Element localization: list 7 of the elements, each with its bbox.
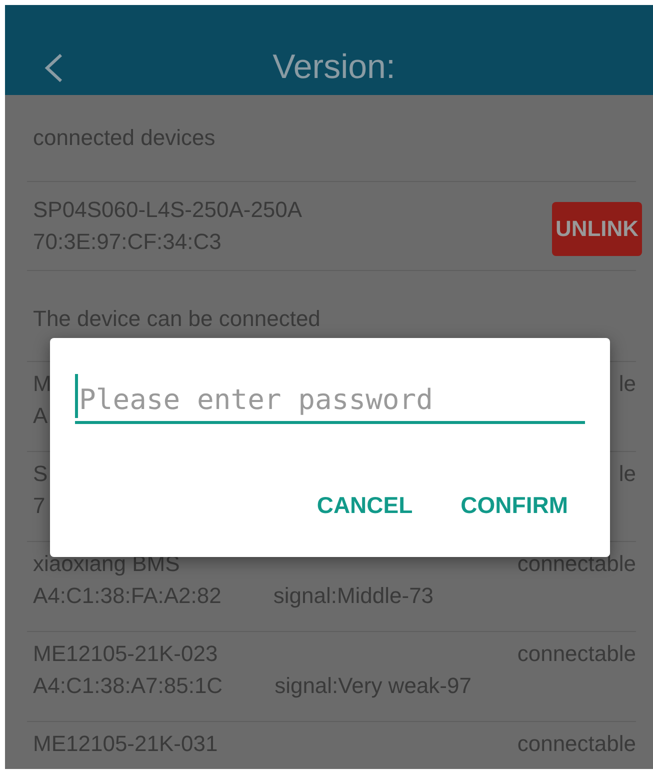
password-field[interactable]: Please enter password bbox=[75, 378, 585, 424]
dialog-button[interactable]: CANCEL bbox=[314, 488, 415, 523]
unlink-button[interactable]: UNLINK bbox=[552, 202, 642, 256]
text-cursor bbox=[75, 374, 78, 418]
screen-title: Version: bbox=[272, 46, 396, 86]
back-icon[interactable] bbox=[43, 53, 65, 83]
dialog-button[interactable]: CONFIRM bbox=[458, 488, 570, 523]
